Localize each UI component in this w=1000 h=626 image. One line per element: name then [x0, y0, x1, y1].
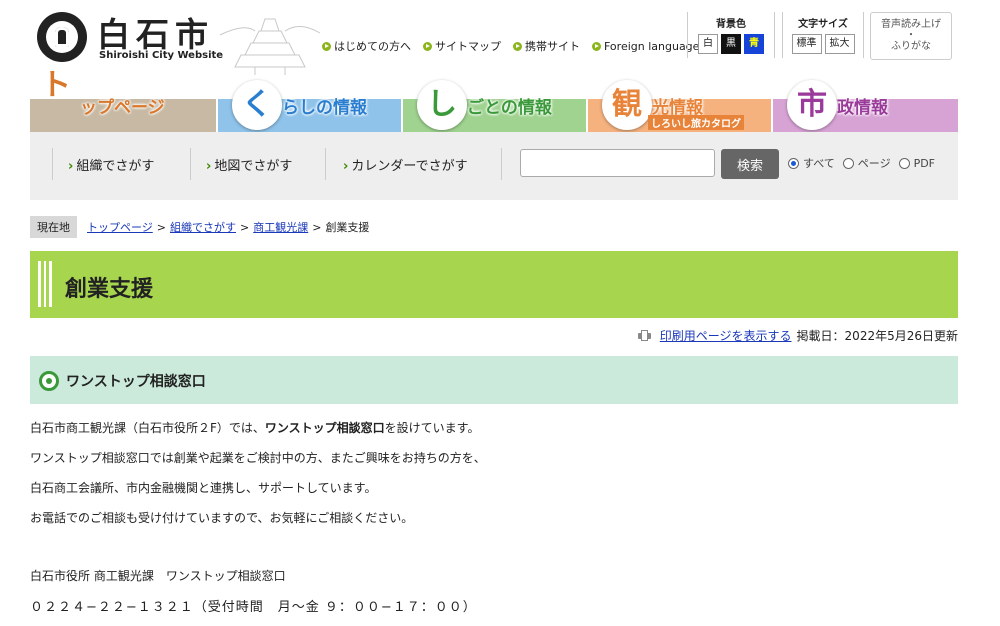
print-icon: [637, 330, 651, 341]
section-title: ワンストップ相談窓口: [66, 374, 206, 390]
tab-tourism-info[interactable]: 観 光情報 しろいし旅カタログ: [588, 80, 771, 132]
contact-office: 白石市役所 商工観光課 ワンストップ相談窓口: [30, 569, 286, 583]
arrow-bullet-icon: [322, 41, 331, 51]
scope-pdf-radio[interactable]: PDF: [898, 155, 935, 171]
search-bar: › 組織でさがす › 地図でさがす › カレンダーでさがす 検索 すべて ページ PD…: [30, 132, 958, 200]
target-bullet-icon: [39, 371, 59, 391]
arrow-bullet-icon: [513, 41, 522, 51]
main-nav: ト ップページ く らしの情報 し ごとの情報 観 光情報 しろいし旅カタログ …: [30, 71, 958, 132]
tab-tourism-char: 観: [602, 80, 652, 130]
chevron-right-icon: ›: [206, 159, 212, 174]
bg-black-button[interactable]: 黒: [721, 34, 741, 54]
tab-city-admin[interactable]: 市 政情報: [773, 80, 958, 132]
scope-all-radio[interactable]: すべて: [788, 155, 835, 171]
breadcrumb-link-dept[interactable]: 商工観光課: [253, 219, 308, 235]
castle-illustration-icon: [219, 18, 321, 75]
tab-tourism-sub: しろいし旅カタログ: [648, 115, 744, 130]
page-title: 創業支援: [65, 277, 154, 302]
breadcrumb-here-label: 現在地: [30, 216, 77, 238]
page-meta: 印刷用ページを表示する 掲載日：2022年5月26日更新: [637, 327, 958, 344]
bg-color-title: 背景色: [716, 19, 746, 30]
tab-living-info[interactable]: く らしの情報: [218, 80, 401, 132]
arrow-bullet-icon: [423, 41, 432, 51]
tab-label: 政情報: [837, 98, 888, 118]
bg-color-tool: 背景色 白 黒 青: [687, 12, 775, 58]
search-by-org-link[interactable]: › 組織でさがす: [68, 155, 154, 174]
logo-subtitle: Shiroishi City Website: [99, 50, 224, 61]
site-logo[interactable]: 白石市 Shiroishi City Website: [37, 10, 223, 66]
header-link-foreign[interactable]: Foreign language: [592, 38, 699, 54]
updated-date: 掲載日：2022年5月26日更新: [796, 329, 958, 343]
chevron-right-icon: ›: [343, 159, 349, 174]
body-paragraph: 白石商工会議所、市内金融機関と連携し、サポートしています。: [30, 481, 377, 495]
section-heading: ワンストップ相談窓口: [30, 356, 958, 404]
body-paragraph: 白石市商工観光課（白石市役所２F）では、ワンストップ相談窓口を設けています。: [30, 421, 480, 435]
tab-work-info[interactable]: し ごとの情報: [403, 80, 586, 132]
tab-label: ごとの情報: [467, 98, 552, 118]
header-link-sitemap[interactable]: サイトマップ: [423, 38, 501, 54]
speech-label: 音声読み上げ: [881, 19, 941, 30]
page-title-banner: 創業支援: [30, 251, 958, 318]
font-size-tool: 文字サイズ 標準 拡大: [782, 12, 864, 58]
breadcrumb-link-top[interactable]: トップページ: [87, 219, 153, 235]
tab-top-page[interactable]: ト ップページ: [30, 71, 216, 132]
header-link-mobile[interactable]: 携帯サイト: [513, 38, 580, 54]
body-paragraph: お電話でのご相談も受け付けていますので、お気軽にご相談ください。: [30, 511, 414, 525]
contact-phone: ０２２４−２２−１３２１（受付時間 月〜金 ９：００−１７：００）: [30, 600, 477, 615]
speech-separator: ・: [906, 30, 916, 41]
furigana-label: ふりがな: [891, 41, 931, 52]
search-by-calendar-link[interactable]: › カレンダーでさがす: [343, 155, 468, 174]
font-enlarge-button[interactable]: 拡大: [824, 34, 855, 54]
header-links: はじめての方へ サイトマップ 携帯サイト Foreign language: [322, 38, 699, 54]
body-paragraph: ワンストップ相談窓口では創業や起業をご検討中の方、またご興味をお持ちの方を、: [30, 451, 486, 465]
font-size-title: 文字サイズ: [798, 19, 848, 30]
title-stripes-icon: [38, 261, 53, 307]
breadcrumb-current: 創業支援: [325, 221, 370, 234]
search-by-map-link[interactable]: › 地図でさがす: [206, 155, 292, 174]
tab-living-char: く: [232, 80, 282, 130]
tab-city-char: 市: [787, 80, 837, 130]
breadcrumb-link-org[interactable]: 組織でさがす: [170, 219, 236, 235]
header-link-beginner[interactable]: はじめての方へ: [322, 38, 411, 54]
chevron-right-icon: ›: [68, 159, 74, 174]
arrow-bullet-icon: [592, 41, 601, 51]
bg-blue-button[interactable]: 青: [744, 34, 764, 54]
search-input[interactable]: [520, 149, 715, 177]
breadcrumb: 現在地 トップページ > 組織でさがす > 商工観光課 > 創業支援: [30, 216, 369, 238]
tab-label: らしの情報: [282, 98, 367, 118]
tab-label: ップページ: [80, 98, 165, 118]
font-standard-button[interactable]: 標準: [791, 34, 822, 54]
print-page-link[interactable]: 印刷用ページを表示する: [660, 327, 792, 344]
tab-work-char: し: [417, 80, 467, 130]
search-scope: すべて ページ PDF: [788, 155, 935, 171]
city-emblem-icon: [37, 12, 87, 62]
logo-title: 白石市: [97, 15, 214, 54]
speech-furigana-button[interactable]: 音声読み上げ ・ ふりがな: [870, 12, 952, 60]
search-button[interactable]: 検索: [721, 149, 779, 179]
scope-page-radio[interactable]: ページ: [842, 155, 891, 171]
bg-white-button[interactable]: 白: [698, 34, 718, 54]
